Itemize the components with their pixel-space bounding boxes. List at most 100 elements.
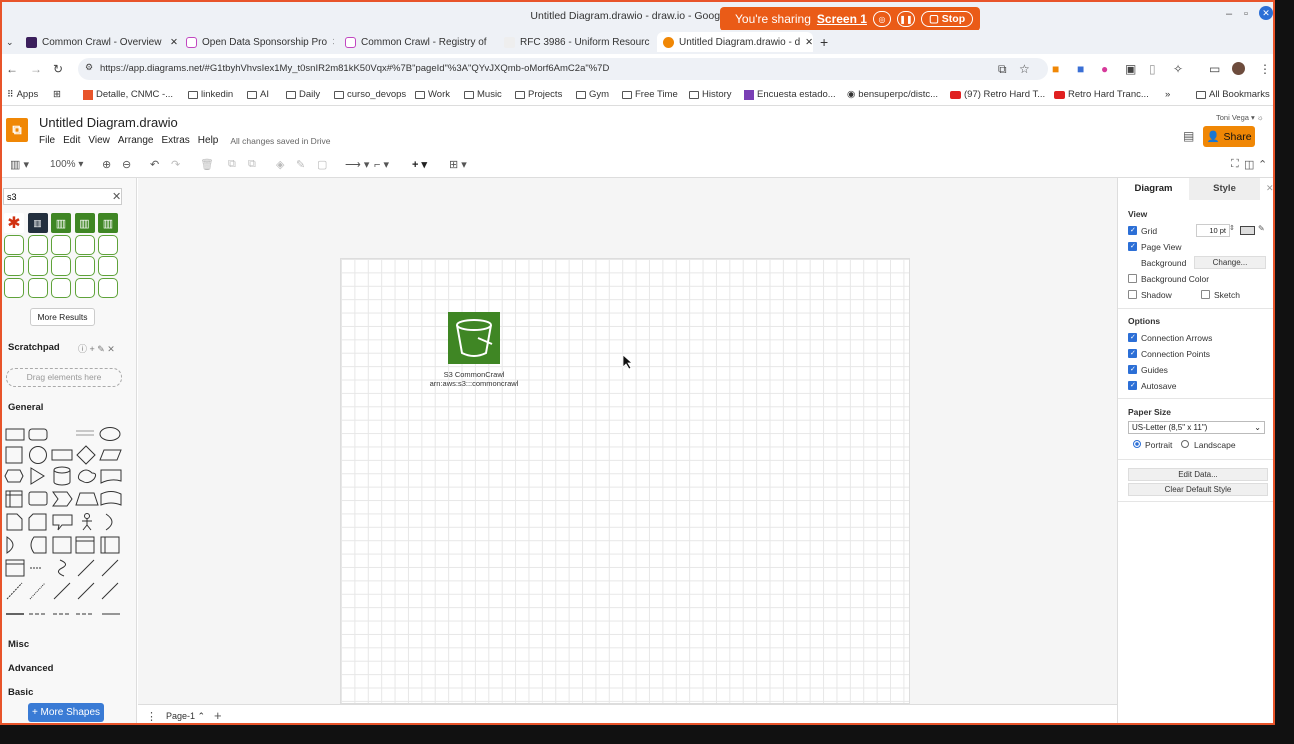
close-panel-icon[interactable]: ✕ (1266, 183, 1273, 194)
bookmark-folder[interactable]: Projects (515, 89, 562, 100)
minimize-icon[interactable]: – (1226, 8, 1232, 20)
address-bar[interactable]: https://app.diagrams.net/#G1tbyhVhvsIex1… (78, 58, 1048, 80)
menu-arrange[interactable]: Arrange (118, 135, 154, 146)
background-color-checkbox[interactable] (1128, 274, 1137, 283)
basic-section-title[interactable]: Basic (8, 687, 33, 698)
bucket-icon[interactable] (27, 277, 48, 298)
page-tab[interactable]: Page-1 ⌃ (166, 711, 205, 722)
grid-size-stepper[interactable]: ⇕ (1229, 224, 1235, 232)
tab-close-icon[interactable]: ✕ (805, 37, 813, 48)
bookmark-folder[interactable]: Free Time (622, 89, 678, 100)
s3-bucket-icon[interactable]: ▥ (74, 213, 95, 233)
menu-extras[interactable]: Extras (161, 135, 189, 146)
bookmark-star-icon[interactable]: ☆ (1019, 62, 1030, 76)
close-icon[interactable]: ✕ (1259, 6, 1273, 20)
scratchpad-actions[interactable]: ⓘ + ✎ ✕ (78, 342, 115, 355)
vault-icon[interactable] (51, 234, 71, 255)
s3-dark-icon[interactable]: ▥ (27, 213, 48, 233)
collapse-icon[interactable]: ⌃ (1258, 158, 1267, 171)
format-panel-icon[interactable]: ◫ (1244, 158, 1254, 171)
bookmark-apps[interactable]: ⠿ Apps (7, 89, 38, 100)
s3-green-icon[interactable]: ▥ (51, 213, 71, 233)
bookmark-folder[interactable]: Work (415, 89, 450, 100)
object-icon[interactable] (98, 234, 118, 255)
edit-data-button[interactable]: Edit Data... (1128, 468, 1268, 481)
pages-menu-icon[interactable]: ⋮ (146, 710, 157, 723)
extension-icon[interactable]: ● (1101, 62, 1108, 76)
bucket-icon[interactable] (98, 277, 118, 298)
bookmark-item[interactable]: ◉ bensuperpc/distc... (847, 89, 938, 100)
shape-search-input[interactable] (3, 188, 122, 205)
file-title[interactable]: Untitled Diagram.drawio (39, 115, 178, 130)
to-front-icon[interactable]: ⧉ (228, 158, 236, 171)
menu-edit[interactable]: Edit (63, 135, 80, 146)
tab-close-icon[interactable]: ✕ (332, 37, 334, 48)
grid-icon[interactable]: ⊞ (53, 89, 61, 100)
extension-icon[interactable]: ▣ (1125, 62, 1136, 76)
bookmark-item[interactable]: (97) Retro Hard T... (950, 89, 1045, 100)
shadow-checkbox[interactable] (1128, 290, 1137, 299)
tab-style[interactable]: Style (1189, 178, 1260, 200)
bookmark-folder[interactable]: curso_devops (334, 89, 406, 100)
user-name[interactable]: Toni Vega ▾ ☼ (1216, 113, 1264, 122)
bookmark-item[interactable]: Encuesta estado... (744, 89, 836, 100)
bookmark-folder[interactable]: History (689, 89, 732, 100)
insert-icon[interactable]: + ▾ (412, 158, 427, 171)
landscape-radio[interactable] (1181, 440, 1189, 448)
extension-icon[interactable]: ■ (1052, 62, 1059, 76)
share-button[interactable]: 👤 Share (1203, 126, 1255, 147)
stop-sharing-button[interactable]: ▢ Stop (920, 11, 974, 27)
clear-search-icon[interactable]: ✕ (112, 190, 121, 203)
portrait-radio[interactable] (1133, 440, 1141, 448)
bucket-with-objects-icon[interactable] (4, 234, 24, 255)
to-back-icon[interactable]: ⧉ (248, 158, 256, 171)
connection-icon[interactable]: ⟶ ▾ (345, 158, 369, 171)
s3-glacier-icon[interactable]: ▥ (98, 213, 118, 233)
site-info-icon[interactable]: ⚙ (85, 62, 93, 73)
tab-close-icon[interactable]: ✕ (170, 37, 178, 48)
bookmarks-overflow-icon[interactable]: » (1165, 89, 1170, 100)
general-shapes-grid[interactable] (4, 423, 124, 623)
fullscreen-icon[interactable]: ⛶ (1231, 158, 1239, 171)
general-section-title[interactable]: General (8, 402, 43, 413)
bookmark-folder[interactable]: linkedin (188, 89, 233, 100)
tab-drawio[interactable]: Untitled Diagram.drawio - d ✕ (657, 32, 813, 52)
bookmark-item[interactable]: Detalle, CNMC -... (83, 89, 173, 100)
browser-menu-icon[interactable]: ⋮ (1259, 62, 1271, 76)
diagram-canvas[interactable]: S3 CommonCrawl arn:aws:s3:::commoncrawl (138, 178, 1117, 704)
tab-open-data[interactable]: Open Data Sponsorship Pro ✕ (186, 32, 334, 52)
waypoints-icon[interactable]: ⌐ ▾ (374, 158, 389, 171)
page-view-checkbox[interactable] (1128, 242, 1137, 251)
delete-icon[interactable]: 🗑 (200, 158, 214, 171)
tab-common-crawl-overview[interactable]: Common Crawl - Overview ✕ (26, 32, 178, 52)
bucket-icon[interactable] (74, 277, 95, 298)
autosave-checkbox[interactable] (1128, 381, 1137, 390)
menu-file[interactable]: File (39, 135, 55, 146)
grid-color-swatch[interactable] (1240, 226, 1255, 235)
redo-icon[interactable]: ↷ (171, 158, 180, 171)
scratchpad-drop-zone[interactable]: Drag elements here (6, 368, 122, 387)
more-shapes-button[interactable]: + More Shapes (28, 703, 104, 722)
advanced-section-title[interactable]: Advanced (8, 663, 53, 674)
add-page-icon[interactable]: + (214, 708, 222, 723)
new-tab-icon[interactable]: + (820, 32, 828, 52)
s3-shape-label[interactable]: S3 CommonCrawl arn:aws:s3:::commoncrawl (423, 370, 525, 388)
bucket-icon[interactable] (51, 277, 71, 298)
forward-icon[interactable]: → (30, 62, 42, 76)
undo-icon[interactable]: ↶ (150, 158, 159, 171)
bucket-icon[interactable] (4, 277, 24, 298)
sketch-checkbox[interactable] (1201, 290, 1210, 299)
scratchpad-title[interactable]: Scratchpad (8, 342, 60, 353)
bookmark-folder[interactable]: Music (464, 89, 502, 100)
tab-registry[interactable]: Common Crawl - Registry of ✕ (345, 32, 490, 52)
bookmark-item[interactable]: Retro Hard Tranc... (1054, 89, 1149, 100)
grid-size-input[interactable]: 10 pt (1196, 224, 1230, 237)
maximize-icon[interactable]: ▫ (1244, 8, 1248, 20)
fill-color-icon[interactable]: ◈ (276, 158, 284, 171)
pause-icon[interactable]: ❚❚ (896, 11, 915, 27)
table-icon[interactable]: ⊞ ▾ (449, 158, 467, 171)
tab-list-icon[interactable]: ⌄ (6, 32, 14, 52)
all-bookmarks[interactable]: All Bookmarks (1196, 89, 1270, 100)
profile-avatar-icon[interactable] (1232, 62, 1245, 75)
extension-icon[interactable]: ■ (1077, 62, 1084, 76)
